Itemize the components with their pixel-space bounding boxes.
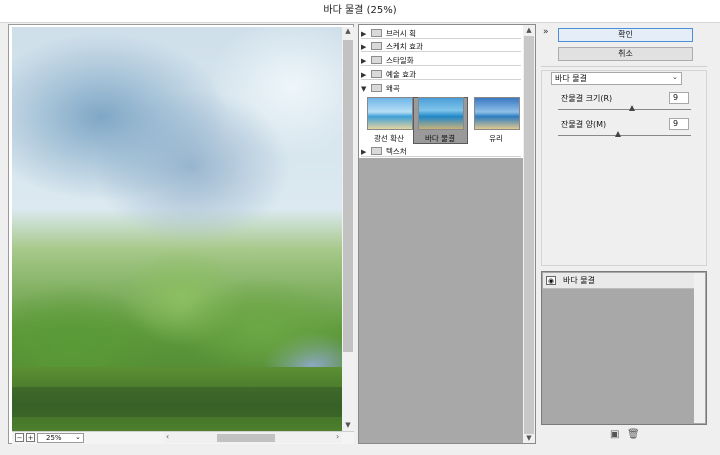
folder-open-icon [371,84,382,92]
cancel-button[interactable]: 취소 [558,47,693,61]
collapse-arrow-icon: ▼ [361,85,367,93]
category-texture[interactable]: ▶ 텍스처 [361,146,521,157]
filter-label: 광선 확산 [374,134,404,143]
category-stylize[interactable]: ▶ 스타일화 [361,55,521,66]
ripple-magnitude-label: 잔물결 양(M) [561,120,607,129]
scroll-up-icon[interactable]: ▲ [342,27,354,35]
preview-horizontal-scroll-thumb[interactable] [217,434,275,442]
category-distort[interactable]: ▼ 왜곡 [361,83,521,94]
chevron-down-icon[interactable]: ⌄ [672,73,678,81]
ripple-size-slider-handle[interactable] [629,105,635,111]
filter-glass[interactable]: 유리 [470,97,522,147]
chevron-down-icon[interactable]: ⌄ [75,433,81,441]
folder-icon [371,29,382,37]
ripple-size-label: 잔물결 크기(R) [561,94,613,103]
layers-scrollbar[interactable] [694,273,705,423]
category-label: 텍스처 [386,147,407,156]
scroll-left-icon[interactable]: ‹ [166,432,169,441]
eye-icon[interactable]: ◉ [546,276,556,285]
filter-thumbnail [367,97,413,130]
filter-thumbnail [418,97,464,130]
minus-icon: − [16,434,23,442]
preview-image-shade [12,387,342,417]
scroll-right-icon[interactable]: › [336,432,339,441]
category-label: 스타일화 [386,56,414,65]
expand-arrow-icon: ▶ [361,148,367,156]
folder-icon [371,42,382,50]
divider [541,66,707,67]
ok-button[interactable]: 확인 [558,28,693,42]
category-sketch[interactable]: ▶ 스케치 효과 [361,41,521,52]
preview-vertical-scroll-thumb[interactable] [343,40,353,352]
category-label: 왜곡 [386,84,400,93]
gallery-scroll-thumb[interactable] [524,36,534,434]
expand-arrow-icon: ▶ [361,71,367,79]
ripple-magnitude-slider-handle[interactable] [615,131,621,137]
filter-ocean-ripple[interactable]: 바다 물결 [414,97,466,147]
ripple-size-input[interactable]: 9 [669,92,689,104]
filter-select-value: 바다 물결 [555,74,587,83]
filter-thumbnail [474,97,520,130]
category-brush-strokes[interactable]: ▶ 브러시 획 [361,28,521,39]
collapse-gallery-icon[interactable]: » [543,27,549,37]
new-effect-layer-icon[interactable]: ▣ [610,429,619,440]
category-label: 브러시 획 [386,29,416,38]
filter-label: 유리 [489,134,503,143]
zoom-in-button[interactable]: + [26,433,35,442]
filter-label: 바다 물결 [425,134,455,143]
effect-layer-row[interactable]: 바다 물결 [543,273,694,289]
folder-icon [371,147,382,155]
scroll-down-icon[interactable]: ▼ [342,421,354,429]
filter-select[interactable]: 바다 물결 [551,72,682,85]
folder-icon [371,56,382,64]
preview-image[interactable] [12,27,342,431]
zoom-out-button[interactable]: − [15,433,24,442]
plus-icon: + [27,434,34,442]
trash-icon[interactable]: 🗑 [627,429,640,440]
folder-icon [371,70,382,78]
ripple-magnitude-slider[interactable] [558,135,691,136]
category-artistic[interactable]: ▶ 예술 효과 [361,69,521,80]
expand-arrow-icon: ▶ [361,57,367,65]
gallery-scroll-up-icon[interactable]: ▲ [523,26,535,34]
ripple-magnitude-input[interactable]: 9 [669,118,689,130]
expand-arrow-icon: ▶ [361,30,367,38]
zoom-level-value: 25% [46,434,62,442]
effect-layers-panel [541,271,707,425]
ripple-size-slider[interactable] [558,109,691,110]
category-label: 예술 효과 [386,70,416,79]
gallery-scroll-down-icon[interactable]: ▼ [523,434,535,442]
window-title: 바다 물결 (25%) [0,0,720,23]
category-label: 스케치 효과 [386,42,423,51]
expand-arrow-icon: ▶ [361,43,367,51]
filter-diffuse-glow[interactable]: 광선 확산 [363,97,415,147]
